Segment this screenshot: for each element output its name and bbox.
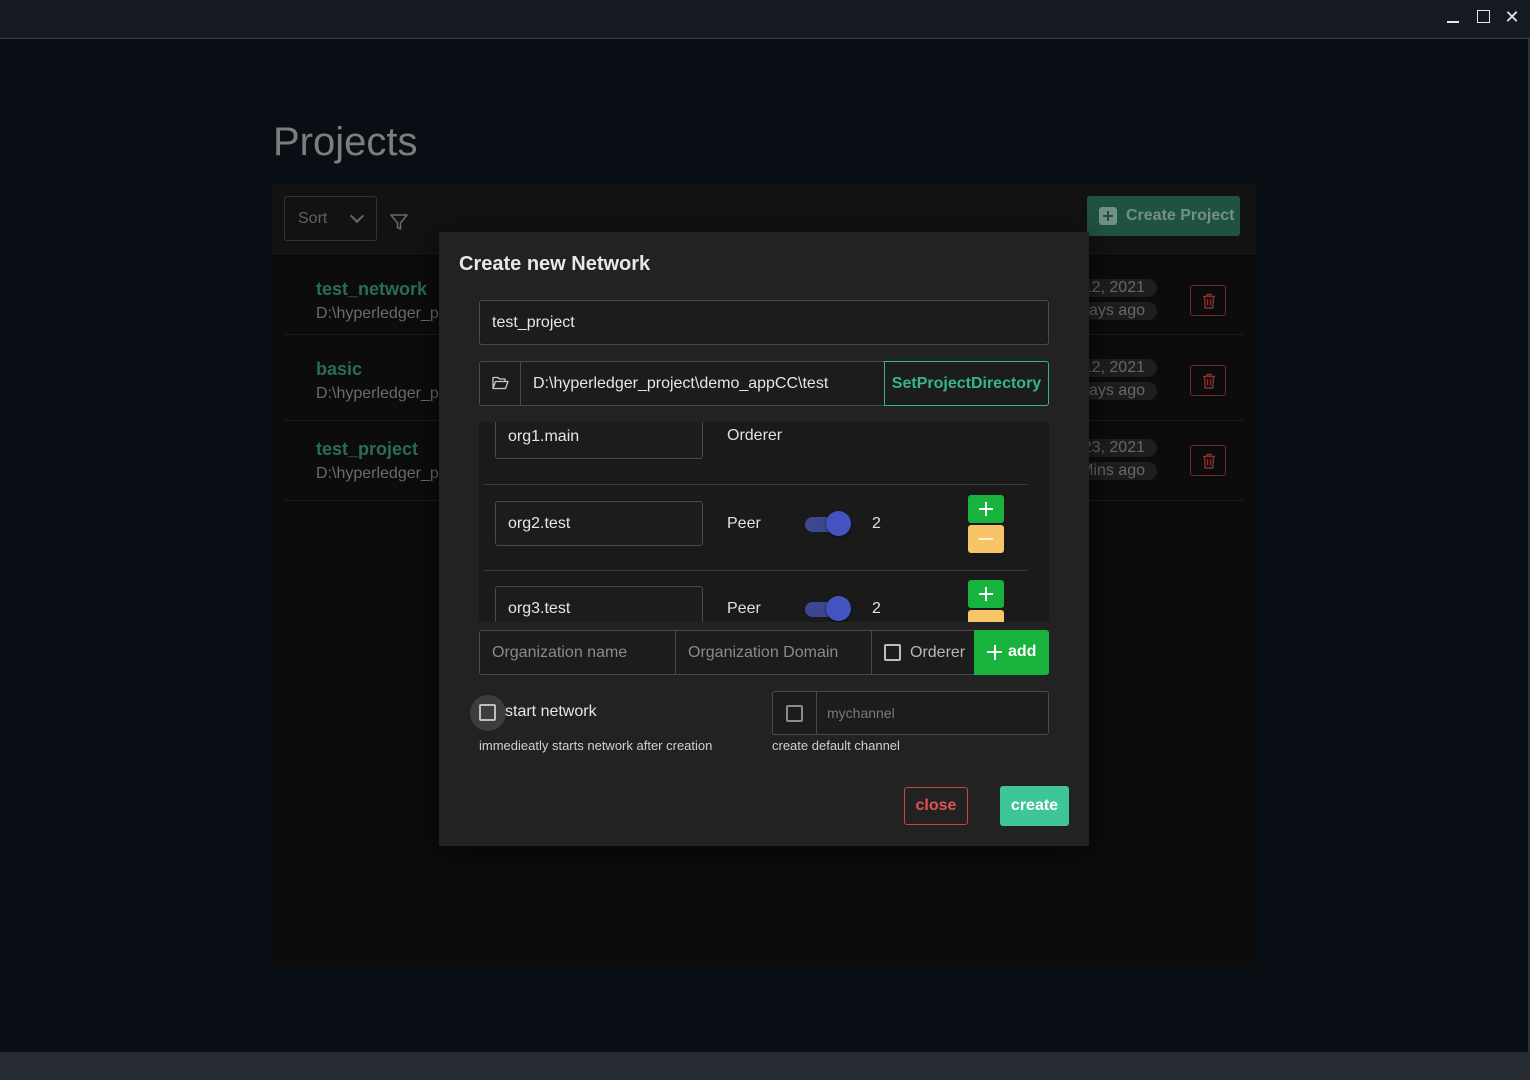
folder-button[interactable] <box>479 361 521 406</box>
orderer-checkbox[interactable] <box>884 644 901 661</box>
project-name-input[interactable]: test_project <box>479 300 1049 345</box>
default-channel-checkbox-field[interactable] <box>772 691 817 735</box>
dialog-title: Create new Network <box>459 253 651 275</box>
remove-peer-button[interactable] <box>968 525 1004 553</box>
organization-name-field[interactable]: org1.main <box>495 422 703 459</box>
channel-name-input[interactable]: mychannel <box>816 691 1049 735</box>
channel-help: create default channel <box>772 738 900 753</box>
remove-peer-button[interactable] <box>968 610 1004 622</box>
toggle-knob <box>826 596 851 621</box>
create-network-dialog: Create new Network test_project D:\hyper… <box>439 232 1089 846</box>
organization-type: Orderer <box>727 427 783 444</box>
organization-name-field[interactable]: org2.test <box>495 501 703 546</box>
orderer-label: Orderer <box>910 644 966 661</box>
add-organization-button[interactable]: add <box>974 630 1049 675</box>
organization-row: org3.test Peer 2 <box>483 570 1027 622</box>
start-network-help: immedieatly starts network after creatio… <box>479 738 713 753</box>
folder-open-icon <box>492 376 509 390</box>
taskbar <box>0 1052 1530 1080</box>
toggle-knob <box>826 511 851 536</box>
peer-count: 2 <box>872 515 881 532</box>
peer-toggle[interactable] <box>803 596 851 622</box>
organization-name-input[interactable]: Organization name <box>479 630 676 675</box>
default-channel-checkbox[interactable] <box>786 705 803 722</box>
close-window-icon[interactable]: ✕ <box>1499 6 1525 28</box>
start-network-checkbox[interactable] <box>479 704 496 721</box>
maximize-icon[interactable] <box>1470 6 1496 28</box>
organization-list[interactable]: org1.main Orderer org2.test Peer 2 org3.… <box>479 422 1049 622</box>
organization-row: org2.test Peer 2 <box>483 485 1027 571</box>
peer-toggle[interactable] <box>803 511 851 537</box>
set-project-directory-button[interactable]: SetProjectDirectory <box>884 361 1049 406</box>
create-button[interactable]: create <box>1000 786 1069 826</box>
organization-type: Peer <box>727 600 761 617</box>
minimize-icon[interactable] <box>1440 6 1466 28</box>
start-network-label[interactable]: start network <box>505 703 597 721</box>
organization-domain-input[interactable]: Organization Domain <box>675 630 872 675</box>
project-directory-input[interactable]: D:\hyperledger_project\demo_appCC\test <box>520 361 885 406</box>
close-button[interactable]: close <box>904 787 968 825</box>
organization-type: Peer <box>727 515 761 532</box>
add-peer-button[interactable] <box>968 495 1004 523</box>
window-titlebar: ✕ <box>0 0 1530 39</box>
orderer-checkbox-field[interactable]: Orderer <box>871 630 975 675</box>
organization-name-field[interactable]: org3.test <box>495 586 703 622</box>
organization-row: org1.main Orderer <box>483 422 1027 485</box>
peer-count: 2 <box>872 600 881 617</box>
add-peer-button[interactable] <box>968 580 1004 608</box>
